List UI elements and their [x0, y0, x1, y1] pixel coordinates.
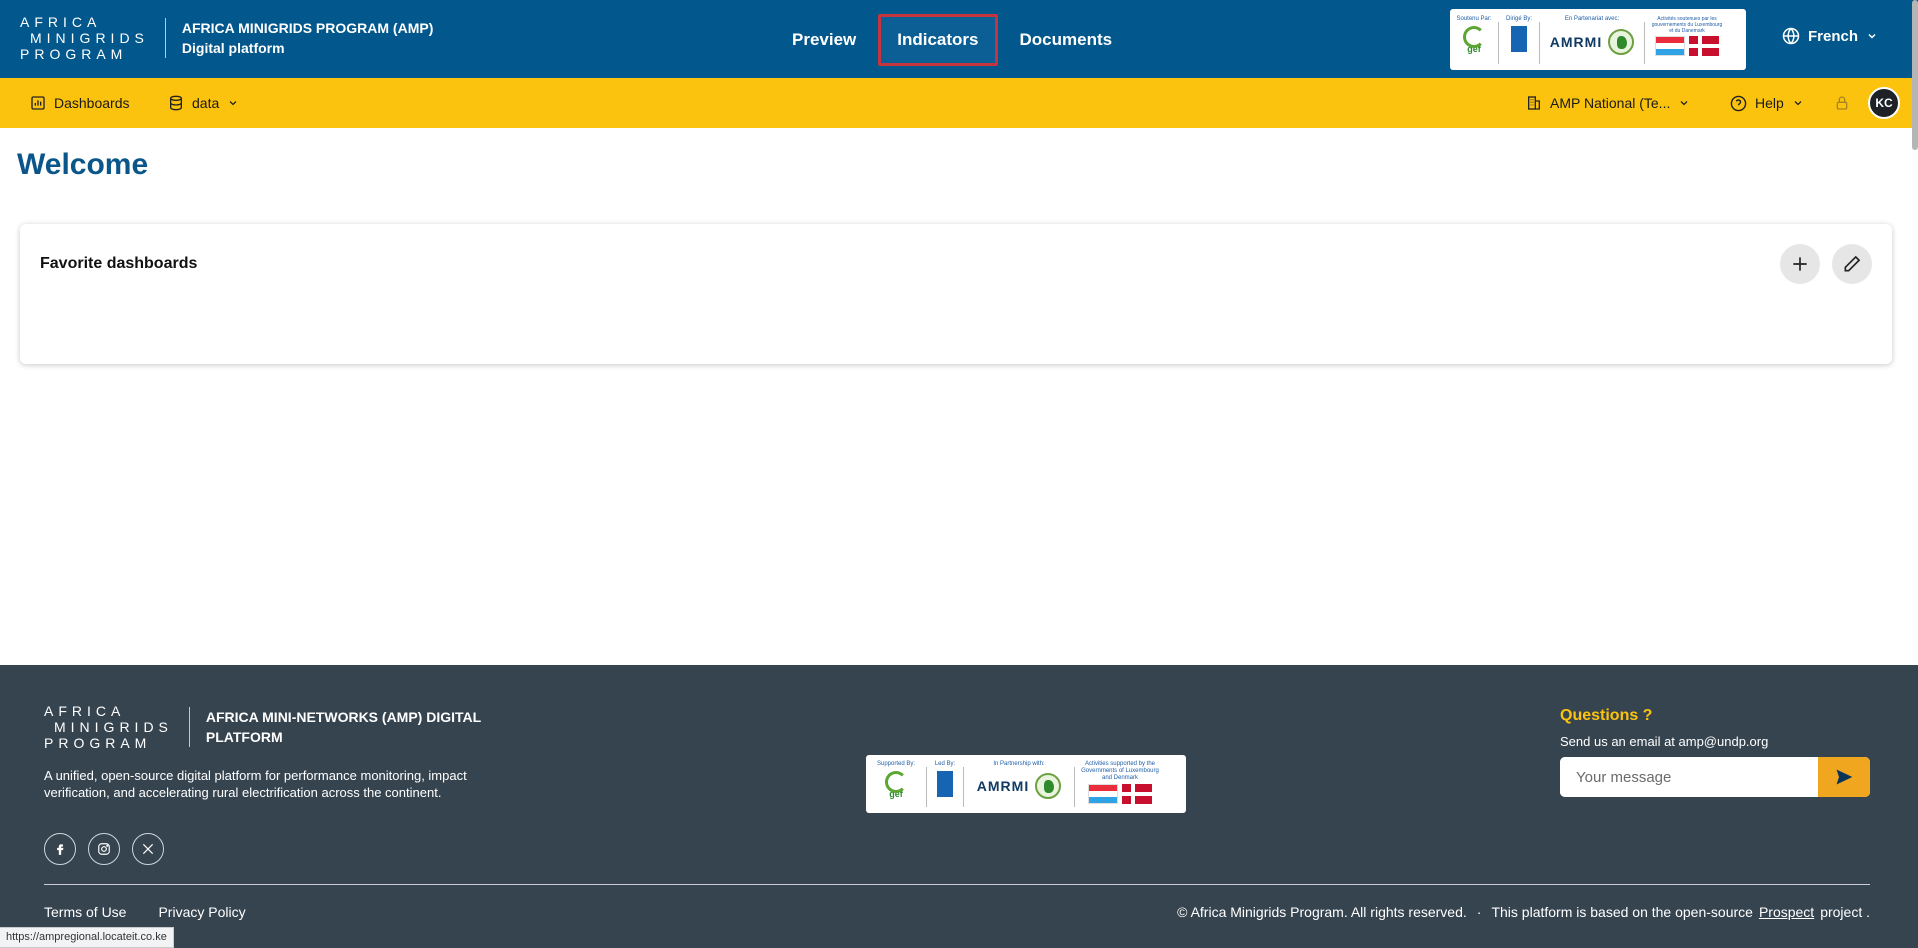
page-scrollbar[interactable]	[1912, 0, 1918, 150]
brand-divider	[164, 18, 166, 58]
chevron-down-icon	[1680, 101, 1688, 106]
help-menu[interactable]: Help	[1730, 78, 1804, 128]
footer-brand: AFRICA MINIGRIDS PROGRAM AFRICA MINI-NET…	[44, 703, 496, 751]
lock-button[interactable]	[1834, 78, 1850, 128]
page-title: Welcome	[17, 148, 149, 181]
footer-partner-supported: Supported By: gef	[876, 761, 916, 799]
denmark-flag-icon	[1122, 784, 1152, 804]
footer-partner-logos: Supported By: gef Led By: In Partnership…	[866, 755, 1186, 813]
brand[interactable]: AFRICA MINIGRIDS PROGRAM AFRICA MINIGRID…	[20, 14, 433, 62]
denmark-flag-icon	[1689, 36, 1719, 56]
privacy-link[interactable]: Privacy Policy	[158, 904, 245, 920]
footer-description: A unified, open-source digital platform …	[44, 768, 467, 800]
based-on-suffix: project .	[1820, 904, 1870, 920]
footer-amp-logo: AFRICA MINIGRIDS PROGRAM	[44, 703, 173, 751]
organization-selector[interactable]: AMP National (Te...	[1526, 78, 1690, 128]
user-avatar[interactable]: KC	[1868, 87, 1900, 119]
site-footer: AFRICA MINIGRIDS PROGRAM AFRICA MINI-NET…	[0, 665, 1918, 948]
footer-partner-activities: Activities supported by the Governments …	[1075, 761, 1165, 804]
chevron-down-icon	[1794, 101, 1802, 106]
language-selector[interactable]: French	[1782, 27, 1878, 45]
favorite-dashboards-title: Favorite dashboards	[40, 255, 198, 272]
afdb-logo-icon	[1035, 773, 1062, 799]
message-input[interactable]	[1560, 757, 1818, 797]
message-form	[1560, 757, 1870, 797]
nav-indicators[interactable]: Indicators	[878, 14, 998, 66]
x-twitter-icon[interactable]	[132, 833, 164, 865]
armi-logo: AMRMI	[1549, 34, 1603, 50]
globe-icon	[1782, 27, 1800, 45]
plus-icon	[1793, 257, 1807, 271]
gef-logo-icon	[1463, 26, 1485, 48]
footer-brand-divider	[188, 707, 190, 747]
partner-supported: Soutenu Par: gef	[1456, 16, 1492, 54]
database-icon	[170, 95, 182, 111]
undp-logo-icon	[1511, 26, 1527, 52]
building-icon	[1528, 96, 1540, 110]
footer-divider	[44, 884, 1870, 885]
partner-activities: Activités soutenues par les gouvernement…	[1645, 16, 1729, 56]
partner-partnership: En Partenariat avec: AMRMI	[1540, 16, 1644, 55]
footer-partner-led: Led By:	[927, 761, 963, 797]
partner-led: Dirigé By:	[1499, 16, 1539, 52]
amp-logo: AFRICA MINIGRIDS PROGRAM	[20, 14, 149, 62]
footer-title: AFRICA MINI-NETWORKS (AMP) DIGITAL PLATF…	[205, 709, 481, 745]
pencil-icon	[1844, 255, 1861, 272]
partner-logos: Soutenu Par: gef Dirigé By: En Partenari…	[1450, 9, 1746, 70]
language-label: French	[1808, 27, 1859, 45]
chevron-down-icon	[229, 101, 237, 106]
armi-logo: AMRMI	[976, 778, 1030, 794]
nav-preview[interactable]: Preview	[776, 14, 872, 66]
brand-title: AFRICA MINIGRIDS PROGRAM (AMP) Digital p…	[181, 20, 434, 56]
luxembourg-flag-icon	[1088, 784, 1118, 804]
facebook-icon[interactable]	[44, 833, 76, 865]
copyright-text: © Africa Minigrids Program. All rights r…	[1177, 904, 1467, 920]
lock-icon	[1836, 96, 1848, 110]
browser-status-url: https://ampregional.locateit.co.ke	[0, 927, 174, 948]
footer-partner-partnership: In Partnership with: AMRMI	[964, 761, 1074, 799]
questions-heading: Questions ?	[1560, 707, 1653, 724]
afdb-logo-icon	[1608, 29, 1635, 55]
dashboards-menu[interactable]: Dashboards	[30, 78, 130, 128]
send-message-button[interactable]	[1818, 757, 1870, 797]
terms-link[interactable]: Terms of Use	[44, 904, 126, 920]
nav-documents[interactable]: Documents	[1004, 14, 1129, 66]
favorite-dashboards-card: Favorite dashboards	[20, 224, 1892, 364]
help-circle-icon	[1730, 95, 1747, 111]
send-icon	[1836, 769, 1853, 785]
data-menu[interactable]: data	[168, 78, 239, 128]
top-header: AFRICA MINIGRIDS PROGRAM AFRICA MINIGRID…	[0, 0, 1918, 78]
luxembourg-flag-icon	[1655, 36, 1685, 56]
based-on-prefix: This platform is based on the open-sourc…	[1491, 904, 1753, 920]
footer-copyright: © Africa Minigrids Program. All rights r…	[1177, 904, 1870, 920]
chevron-down-icon	[1868, 33, 1876, 39]
instagram-icon[interactable]	[88, 833, 120, 865]
secondary-toolbar: Dashboards data AMP National (Te... Help…	[0, 78, 1918, 128]
edit-favorites-button[interactable]	[1832, 244, 1872, 284]
main-nav: Preview Indicators Documents	[776, 14, 1128, 66]
add-dashboard-button[interactable]	[1780, 244, 1820, 284]
gef-logo-icon	[885, 771, 907, 793]
separator-dot: ·	[1476, 904, 1482, 920]
prospect-link[interactable]: Prospect	[1759, 904, 1814, 920]
undp-logo-icon	[937, 771, 953, 797]
footer-links: Terms of Use Privacy Policy	[44, 904, 246, 920]
social-links	[44, 833, 164, 865]
contact-email-text: Send us an email at amp@undp.org	[1560, 734, 1769, 749]
bar-chart-icon	[31, 96, 45, 110]
